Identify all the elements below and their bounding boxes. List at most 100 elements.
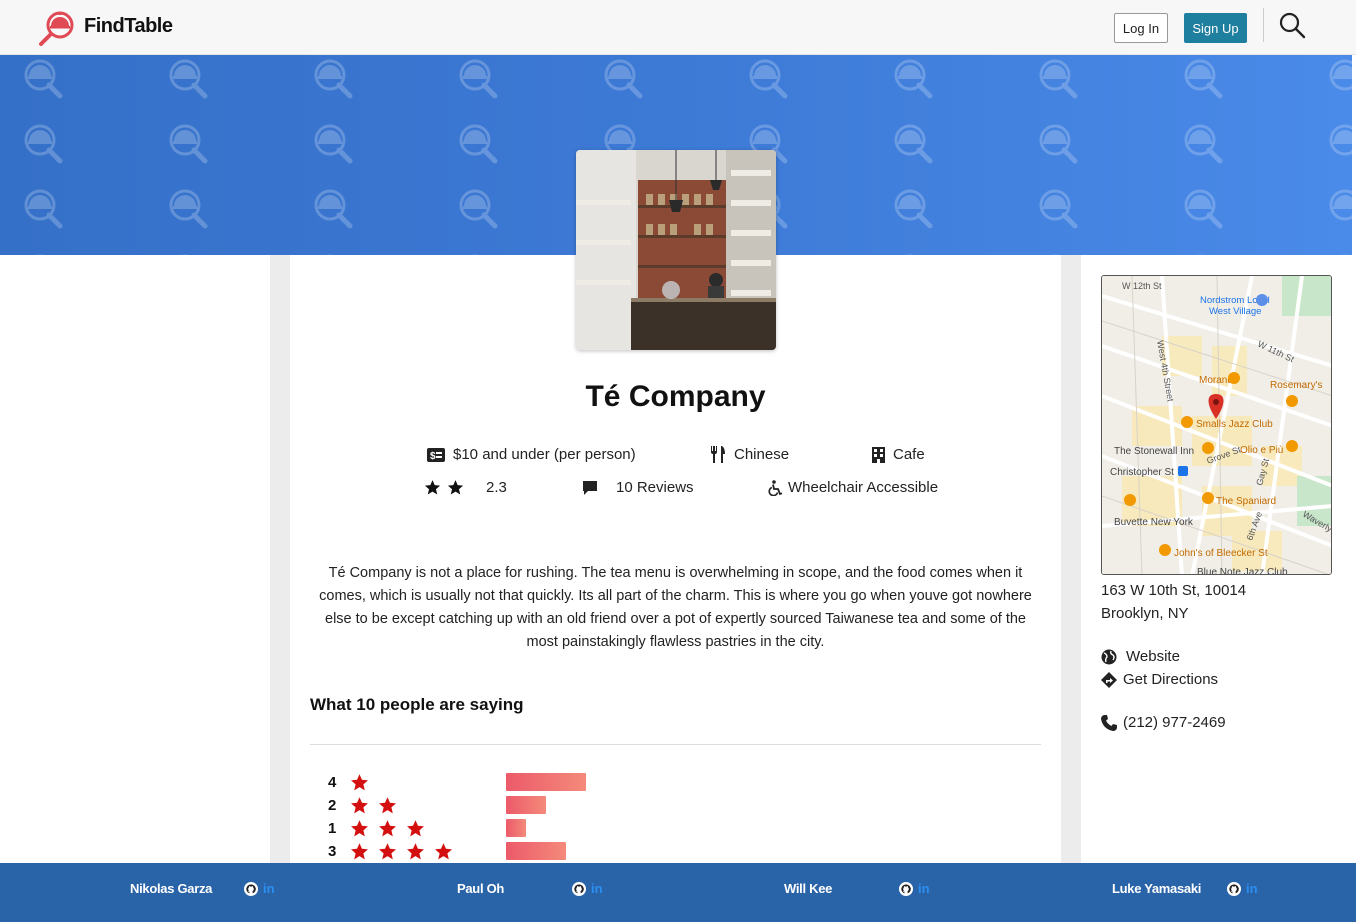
map-label: The Stonewall Inn	[1114, 446, 1194, 457]
linkedin-icon[interactable]: in	[263, 881, 275, 896]
website-label: Website	[1126, 648, 1180, 665]
developer-links: in	[1227, 881, 1258, 896]
map-label: Smalls Jazz Club	[1196, 419, 1273, 430]
rating-level-stars	[350, 796, 397, 815]
findtable-logo-icon[interactable]	[38, 9, 76, 47]
developer-links: in	[572, 881, 603, 896]
section-divider	[310, 744, 1041, 745]
directions-link[interactable]: Get Directions	[1101, 671, 1218, 688]
developer-name: Luke Yamasaki	[1112, 881, 1202, 896]
accessibility-info: Wheelchair Accessible	[767, 479, 938, 496]
map-label: Rosemary's	[1270, 380, 1322, 391]
star-icon	[351, 773, 368, 790]
rating-bar	[506, 819, 526, 837]
building-icon	[872, 446, 885, 463]
restaurant-photo	[576, 150, 776, 350]
category-info: Cafe	[872, 446, 925, 463]
restaurant-name: Té Company	[585, 380, 766, 413]
star-icon	[379, 796, 396, 813]
signup-button[interactable]: Sign Up	[1184, 13, 1247, 43]
address-line-1: 163 W 10th St, 10014	[1101, 582, 1247, 599]
github-icon[interactable]	[244, 881, 258, 896]
rating-count: 2	[328, 796, 337, 814]
wheelchair-icon	[768, 479, 783, 496]
map-label: John's of Bleecker St	[1174, 548, 1268, 559]
price-label: $10 and under (per person)	[453, 446, 636, 463]
rating-count: 3	[328, 842, 337, 860]
linkedin-icon[interactable]: in	[918, 881, 930, 896]
phone-link[interactable]: (212) 977-2469	[1101, 714, 1226, 731]
star-icon	[447, 480, 464, 495]
developer-links: in	[899, 881, 930, 896]
money-bill-icon: $	[427, 447, 445, 462]
linkedin-icon[interactable]: in	[1246, 881, 1258, 896]
star-icon	[407, 819, 424, 836]
phone-icon	[1101, 714, 1117, 731]
map-label: Olio e Più	[1240, 445, 1283, 456]
rating-breakdown-row: 4	[328, 771, 369, 793]
rating-stars	[424, 479, 464, 496]
rating-breakdown-row: 1	[328, 817, 425, 839]
category-label: Cafe	[893, 446, 925, 463]
average-rating: 2.3	[424, 479, 507, 496]
github-icon[interactable]	[1227, 881, 1241, 896]
rating-breakdown-row: 3	[328, 840, 453, 862]
star-icon	[351, 842, 368, 859]
right-gutter	[1061, 255, 1081, 865]
linkedin-icon[interactable]: in	[591, 881, 603, 896]
star-icon	[351, 796, 368, 813]
reviews-count-label: 10 Reviews	[616, 479, 694, 496]
directions-label: Get Directions	[1123, 671, 1219, 688]
map-label: West Village	[1209, 306, 1261, 317]
map-label: Buvette New York	[1114, 517, 1194, 528]
brand-name[interactable]: FindTable	[84, 15, 173, 38]
map-label: The Spaniard	[1216, 496, 1276, 507]
map-label: Blue Note Jazz Club	[1197, 567, 1288, 575]
phone-number: (212) 977-2469	[1123, 714, 1226, 731]
globe-icon	[1101, 649, 1117, 664]
left-gutter	[270, 255, 290, 865]
star-icon	[351, 819, 368, 836]
star-icon	[379, 819, 396, 836]
star-icon	[424, 480, 441, 495]
rating-breakdown-row: 2	[328, 794, 397, 816]
rating-level-stars	[350, 819, 425, 838]
comment-icon	[583, 480, 597, 495]
developer-links: in	[244, 881, 275, 896]
cuisine-label: Chinese	[734, 446, 790, 463]
star-icon	[435, 842, 452, 859]
map-label: Christopher St	[1110, 467, 1174, 478]
developer-name: Paul Oh	[457, 881, 505, 896]
location-map[interactable]: W 12th St W 11th St West 4th Street Grov…	[1101, 275, 1332, 575]
rating-bar	[506, 773, 586, 791]
developer-name: Will Kee	[784, 881, 833, 896]
nav-divider	[1263, 8, 1264, 42]
directions-icon	[1101, 671, 1117, 688]
address-line-2: Brooklyn, NY	[1101, 605, 1189, 622]
rating-count: 1	[328, 819, 337, 837]
rating-level-stars	[350, 842, 453, 861]
login-button[interactable]: Log In	[1114, 13, 1168, 43]
rating-value: 2.3	[486, 479, 507, 496]
rating-count: 4	[328, 773, 337, 791]
developer-name: Nikolas Garza	[130, 881, 213, 896]
rating-bar	[506, 842, 566, 860]
rating-bar	[506, 796, 546, 814]
star-icon	[407, 842, 424, 859]
star-icon	[379, 842, 396, 859]
accessibility-label: Wheelchair Accessible	[788, 479, 939, 496]
rating-level-stars	[350, 773, 369, 792]
svg-text:$: $	[430, 451, 436, 462]
reviews-count[interactable]: 10 Reviews	[582, 479, 694, 496]
map-label: W 12th St	[1122, 281, 1162, 291]
github-icon[interactable]	[899, 881, 913, 896]
cuisine-info: Chinese	[710, 446, 789, 463]
reviews-heading: What 10 people are saying	[310, 695, 524, 714]
price-info: $ $10 and under (per person)	[427, 446, 636, 463]
search-icon[interactable]	[1278, 11, 1306, 39]
website-link[interactable]: Website	[1101, 648, 1180, 665]
github-icon[interactable]	[572, 881, 586, 896]
utensils-icon	[711, 446, 725, 463]
restaurant-description: Té Company is not a place for rushing. T…	[319, 565, 1032, 650]
top-nav: FindTable Log In Sign Up	[0, 0, 1356, 55]
